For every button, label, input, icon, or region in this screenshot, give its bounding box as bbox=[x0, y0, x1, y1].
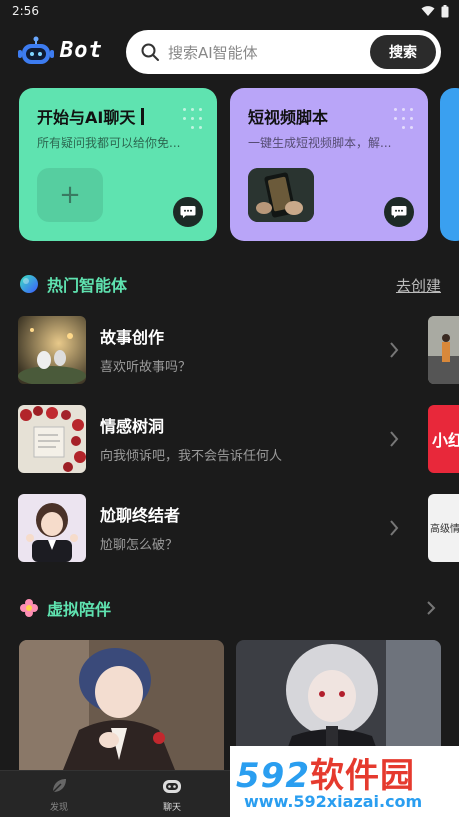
peek-card-white[interactable]: 高级情 bbox=[428, 494, 459, 562]
tab-label: 发现 bbox=[49, 803, 68, 813]
leaf-icon bbox=[52, 779, 66, 793]
agent-name: 情感树洞 bbox=[100, 417, 165, 436]
chat-bubble-button[interactable] bbox=[173, 197, 203, 227]
companion-header: 虚拟陪伴 bbox=[19, 595, 111, 621]
wifi-icon bbox=[421, 6, 435, 16]
peek-label: 高级情 bbox=[430, 524, 459, 535]
peek-card-red[interactable]: 小红 bbox=[428, 405, 459, 473]
section-title: 虚拟陪伴 bbox=[47, 600, 112, 619]
agent-desc: 向我倾诉吧，我不会告诉任何人 bbox=[100, 449, 283, 464]
chat-bubble-icon bbox=[180, 206, 196, 218]
agent-desc: 喜欢听故事吗？ bbox=[100, 360, 192, 375]
plus-icon: + bbox=[59, 180, 81, 210]
peek-label: 小红 bbox=[432, 431, 459, 450]
dot-pattern bbox=[394, 108, 414, 138]
brand-text: Bot bbox=[60, 38, 103, 63]
start-chat-card[interactable]: 开始与AI聊天 所有疑问我都可以给你免... + bbox=[19, 88, 217, 241]
add-chat-button[interactable]: + bbox=[37, 168, 103, 222]
chevron-right-icon bbox=[390, 520, 399, 536]
watermark-url: www.592xiazai.com bbox=[244, 792, 423, 811]
list-item-story[interactable]: 故事创作 喜欢听故事吗？ bbox=[18, 316, 408, 386]
chat-bubble-icon bbox=[391, 206, 407, 218]
agent-name: 故事创作 bbox=[100, 328, 165, 347]
watermark-logo: 592软件园 www.592xiazai.com bbox=[230, 746, 459, 817]
video-thumbnail bbox=[248, 168, 314, 222]
agent-avatar bbox=[18, 316, 86, 384]
section-title: 热门智能体 bbox=[47, 276, 128, 295]
chat-bubble-button[interactable] bbox=[384, 197, 414, 227]
search-input[interactable]: 搜索AI智能体 搜索 bbox=[126, 30, 441, 74]
card-title: 开始与AI聊天 bbox=[37, 104, 145, 128]
chevron-right-icon bbox=[390, 431, 399, 447]
status-bar: 2:56 bbox=[0, 0, 459, 22]
short-video-card[interactable]: 短视频脚本 一键生成短视频脚本，解... bbox=[230, 88, 428, 241]
agent-desc: 尬聊怎么破？ bbox=[100, 538, 179, 553]
tab-chat[interactable]: 聊天 bbox=[142, 777, 202, 813]
battery-icon bbox=[441, 4, 449, 17]
agent-avatar bbox=[18, 494, 86, 562]
tab-label: 聊天 bbox=[162, 803, 181, 813]
watermark-brand: 592软件园 bbox=[236, 756, 415, 796]
search-icon bbox=[141, 43, 159, 61]
search-button[interactable]: 搜索 bbox=[370, 35, 436, 69]
agent-name: 尬聊终结者 bbox=[100, 506, 181, 525]
search-placeholder: 搜索AI智能体 bbox=[168, 44, 258, 62]
status-icons bbox=[421, 4, 449, 18]
agent-avatar bbox=[18, 405, 86, 473]
header: Bot 搜索AI智能体 搜索 bbox=[0, 30, 459, 76]
peek-card-road[interactable] bbox=[428, 316, 459, 384]
chevron-right-icon[interactable] bbox=[425, 600, 437, 616]
dot-pattern bbox=[183, 108, 203, 138]
status-time: 2:56 bbox=[12, 4, 39, 18]
next-card-peek[interactable] bbox=[440, 88, 459, 241]
bot-face-icon bbox=[163, 780, 181, 793]
companion-card-1[interactable] bbox=[19, 640, 224, 780]
list-item-awkward[interactable]: 尬聊终结者 尬聊怎么破？ bbox=[18, 494, 408, 564]
app-screen: 2:56 Bot 搜索AI智能体 搜索 开始与AI聊天 所有疑问我都可以给你免.… bbox=[0, 0, 459, 817]
create-agent-link[interactable]: 去创建 bbox=[396, 275, 441, 296]
planet-icon bbox=[20, 275, 38, 293]
hot-agents-header: 热门智能体 bbox=[19, 271, 127, 297]
text-cursor bbox=[141, 108, 145, 125]
flower-icon bbox=[20, 599, 38, 617]
chevron-right-icon bbox=[390, 342, 399, 358]
bot-logo-icon bbox=[18, 36, 54, 64]
list-item-emotion[interactable]: 情感树洞 向我倾诉吧，我不会告诉任何人 bbox=[18, 405, 408, 475]
tab-discover[interactable]: 发现 bbox=[29, 777, 89, 813]
card-title: 短视频脚本 bbox=[248, 108, 329, 127]
